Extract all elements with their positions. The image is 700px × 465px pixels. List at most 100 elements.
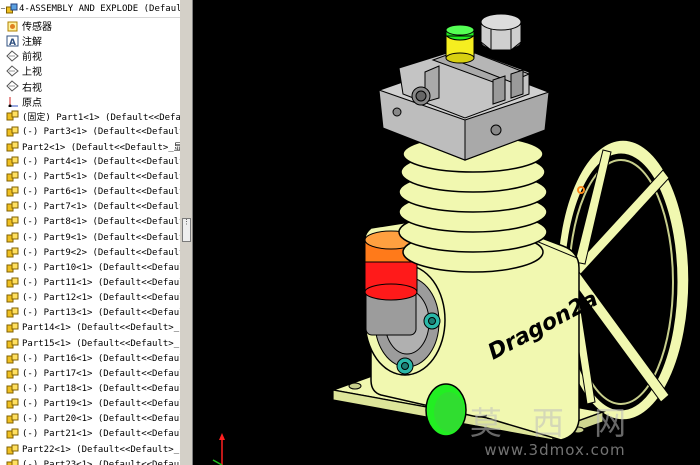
tree-item-label: (-) Part5<1> (Default<<Default <box>22 171 180 182</box>
pressure-valve[interactable] <box>445 24 475 64</box>
watermark-url: www.3dmox.com <box>484 441 626 459</box>
tree-item-label: (-) Part16<1> (Default<<Defaul <box>22 353 180 364</box>
tree-item-part[interactable]: (-) Part4<1> (Default<<Default <box>0 154 180 169</box>
part-icon <box>6 383 19 394</box>
part-icon <box>6 201 19 212</box>
tree-item-feature[interactable]: 上视 <box>0 63 180 78</box>
tree-item-label: (-) Part9<1> (Default<<Default <box>22 232 180 243</box>
part-icon <box>6 141 19 152</box>
tree-item-part[interactable]: (-) Part18<1> (Default<<Defaul <box>0 381 180 396</box>
tree-item-part[interactable]: (-) Part10<1> (Default<<Defaul <box>0 260 180 275</box>
part-icon <box>6 247 19 258</box>
part-icon <box>6 156 19 167</box>
tree-item-part[interactable]: (-) Part9<1> (Default<<Default <box>0 230 180 245</box>
plane-icon <box>6 50 19 62</box>
assembly-icon <box>6 3 18 13</box>
tree-item-part[interactable]: Part15<1> (Default<<Default>_F <box>0 336 180 351</box>
tree-item-part[interactable]: (-) Part17<1> (Default<<Defaul <box>0 366 180 381</box>
tree-item-part[interactable]: Part14<1> (Default<<Default>_F <box>0 321 180 336</box>
tree-item-label: Part22<1> (Default<<Default>_E <box>22 444 180 455</box>
tree-item-part[interactable]: Part2<1> (Default<<Default>_显 <box>0 139 180 154</box>
tree-item-feature[interactable]: 右视 <box>0 79 180 94</box>
tree-item-label: 注解 <box>22 37 42 49</box>
tree-item-label: (-) Part21<1> (Default<<Defaul <box>22 429 180 440</box>
head-bolt[interactable] <box>480 13 522 51</box>
tree-item-label: (-) Part4<1> (Default<<Default <box>22 156 180 167</box>
part-icon <box>6 338 19 349</box>
tree-item-label: (-) Part23<1> (Default<<Defaul <box>22 459 180 465</box>
watermark-logo: 莫 西 网 <box>469 404 637 442</box>
svg-text:A: A <box>9 38 16 47</box>
tree-item-label: (-) Part19<1> (Default<<Defaul <box>22 399 180 410</box>
tree-item-part[interactable]: (-) Part23<1> (Default<<Defaul <box>0 457 180 465</box>
tree-item-label: (-) Part12<1> (Default<<Defaul <box>22 293 180 304</box>
tree-item-label: (-) Part3<1> (Default<<Default <box>22 126 180 137</box>
part-icon <box>6 322 19 333</box>
tree-item-label: (-) Part9<2> (Default<<Default <box>22 247 180 258</box>
tree-item-label: (-) Part18<1> (Default<<Defaul <box>22 383 180 394</box>
part-icon <box>6 277 19 288</box>
green-drain-plug[interactable] <box>425 383 467 437</box>
tree-item-part[interactable]: (-) Part13<1> (Default<<Defaul <box>0 306 180 321</box>
part-icon <box>6 459 19 465</box>
part-icon <box>6 398 19 409</box>
tree-item-label: Part14<1> (Default<<Default>_F <box>22 323 180 334</box>
part-icon <box>6 126 19 137</box>
part-icon <box>6 368 19 379</box>
tree-item-label: (-) Part6<1> (Default<<Default <box>22 187 180 198</box>
tree-item-part[interactable]: (-) Part3<1> (Default<<Default <box>0 124 180 139</box>
part-icon <box>6 292 19 303</box>
tree-item-label: Part2<1> (Default<<Default>_显 <box>22 143 180 154</box>
plane-icon <box>6 65 19 77</box>
part-icon <box>6 413 19 424</box>
tree-item-part[interactable]: (-) Part19<1> (Default<<Defaul <box>0 397 180 412</box>
tree-item-label: (-) Part7<1> (Default<<Default <box>22 202 180 213</box>
part-icon <box>6 171 19 182</box>
tree-item-feature[interactable]: 原点 <box>0 94 180 109</box>
feature-manager-tree[interactable]: − 4-ASSEMBLY AND EXPLODE (Default< 传感器 A 注… <box>0 0 181 465</box>
tree-item-part[interactable]: (-) Part11<1> (Default<<Defaul <box>0 275 180 290</box>
tree-item-label: Part15<1> (Default<<Default>_F <box>22 338 180 349</box>
part-icon <box>6 186 19 197</box>
tree-item-label: (-) Part20<1> (Default<<Defaul <box>22 414 180 425</box>
part-icon <box>6 216 19 227</box>
tree-item-label: (-) Part17<1> (Default<<Defaul <box>22 368 180 379</box>
tree-item-part[interactable]: (-) Part6<1> (Default<<Default <box>0 185 180 200</box>
tree-root-label: 4-ASSEMBLY AND EXPLODE (Default< <box>19 3 181 14</box>
tree-item-feature[interactable]: 前视 <box>0 48 180 63</box>
tree-item-part[interactable]: (固定) Part1<1> (Default<<Defa <box>0 109 180 124</box>
plane-icon <box>6 80 19 92</box>
tree-item-label: (-) Part8<1> (Default<<Default <box>22 217 180 228</box>
panel-splitter[interactable]: ⋮ <box>180 0 193 465</box>
tree-root-assembly[interactable]: − 4-ASSEMBLY AND EXPLODE (Default< <box>0 0 180 18</box>
tree-item-part[interactable]: (-) Part8<1> (Default<<Default <box>0 215 180 230</box>
part-icon <box>6 444 19 454</box>
tree-item-part[interactable]: (-) Part20<1> (Default<<Defaul <box>0 412 180 427</box>
tree-item-part[interactable]: (-) Part12<1> (Default<<Defaul <box>0 291 180 306</box>
tree-item-part[interactable]: (-) Part9<2> (Default<<Default <box>0 245 180 260</box>
tree-item-label: (固定) Part1<1> (Default<<Defa <box>22 112 180 123</box>
tree-item-label: 上视 <box>22 67 42 79</box>
annotation-icon: A <box>6 35 19 47</box>
tree-item-part[interactable]: Part22<1> (Default<<Default>_E <box>0 442 180 457</box>
compressor-model[interactable]: Dragon2a <box>193 0 700 465</box>
part-icon <box>6 110 19 121</box>
tree-item-label: 传感器 <box>22 22 52 34</box>
part-icon <box>6 232 19 243</box>
tree-item-part[interactable]: (-) Part7<1> (Default<<Default <box>0 200 180 215</box>
tree-item-feature[interactable]: 传感器 <box>0 18 180 33</box>
origin-icon <box>8 97 18 108</box>
tree-item-part[interactable]: (-) Part5<1> (Default<<Default <box>0 169 180 184</box>
part-icon <box>6 307 19 318</box>
splitter-grip-icon[interactable]: ⋮ <box>182 218 191 242</box>
sensor-folder-icon <box>7 21 18 32</box>
tree-item-part[interactable]: (-) Part16<1> (Default<<Defaul <box>0 351 180 366</box>
tree-item-label: 前视 <box>22 52 42 64</box>
tree-item-feature[interactable]: A 注解 <box>0 33 180 48</box>
graphics-viewport[interactable]: Dragon2a 莫 西 网 www.3dmox.com <box>193 0 700 465</box>
tree-item-label: 原点 <box>22 97 42 109</box>
tree-item-part[interactable]: (-) Part21<1> (Default<<Defaul <box>0 427 180 442</box>
part-icon <box>6 428 19 439</box>
tree-item-label: (-) Part13<1> (Default<<Defaul <box>22 308 180 319</box>
tree-item-label: (-) Part11<1> (Default<<Defaul <box>22 277 180 288</box>
